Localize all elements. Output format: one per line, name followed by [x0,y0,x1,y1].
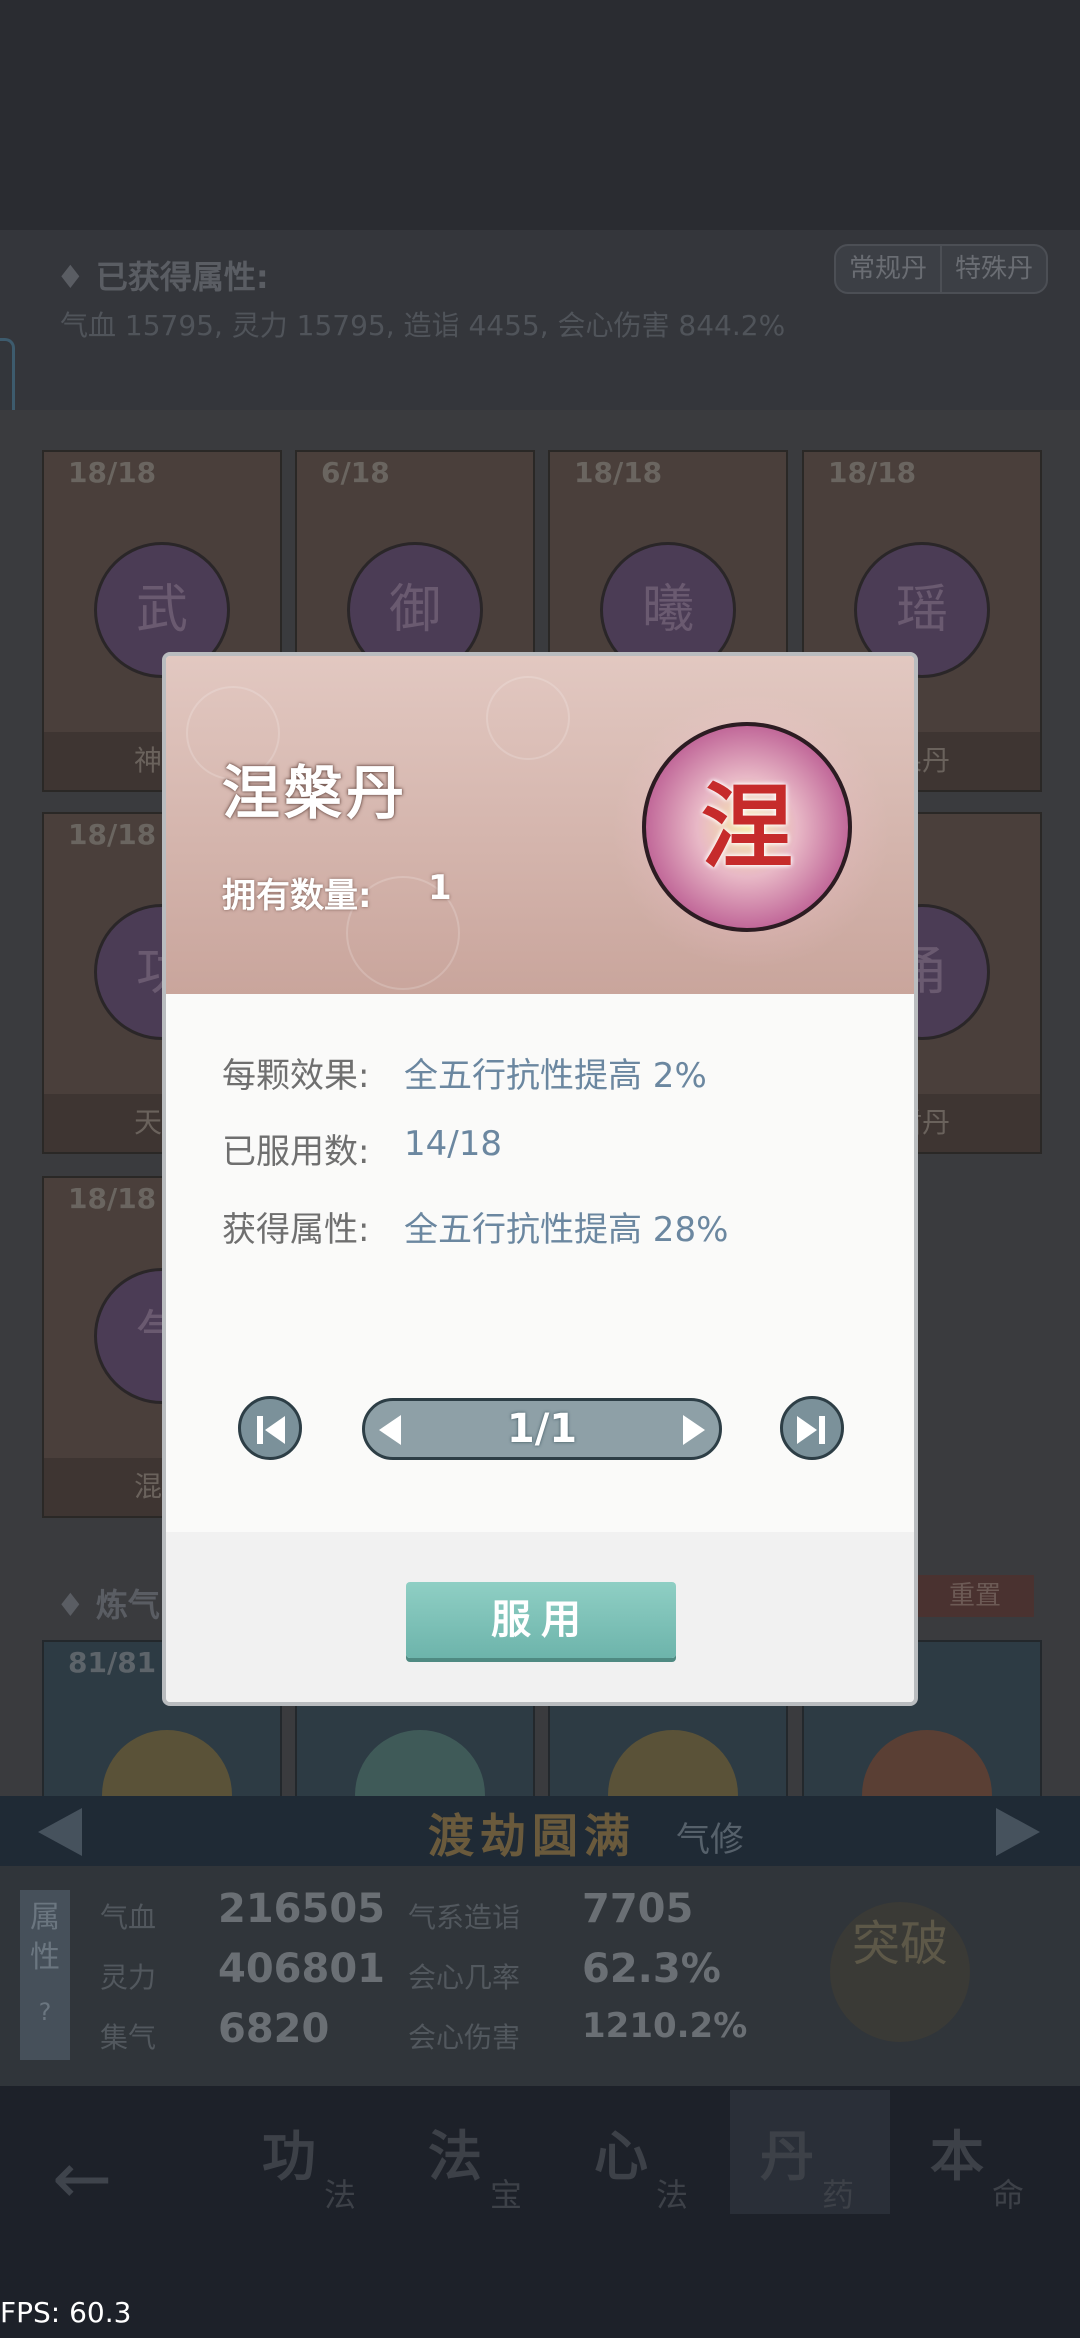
nav-tab-heart[interactable]: 心法 [564,2090,724,2214]
nav-tab-sub: 法 [324,2176,357,2214]
gain-value: 全五行抗性提高 28% [404,1210,729,1250]
owned-label: 拥有数量: [222,876,372,916]
nav-tab-sub: 宝 [490,2176,523,2214]
stat-value-mastery: 7705 [582,1886,694,1932]
nav-tab-main: 本 [930,2125,984,2188]
first-page-icon [265,1416,285,1444]
realm-prev-icon[interactable] [38,1808,82,1856]
first-page-icon [257,1416,263,1444]
pill-count: 18/18 [68,818,157,851]
used-label: 已服用数: [222,1132,370,1172]
dialog-header: 涅 涅槃丹 拥有数量: 1 [166,656,914,994]
back-arrow-icon[interactable]: ← [52,2136,112,2220]
qi-count: 81/81 [68,1646,157,1679]
attributes-title-text: 已获得属性: [95,258,269,296]
owned-value: 1 [428,868,452,908]
nav-tab-main: 丹 [760,2125,814,2188]
stat-label-mastery: 气系造诣 [408,1901,521,1934]
tab-regular-pill[interactable]: 常规丹 [834,244,942,294]
section-qi-title: ♦ 炼气 [56,1586,160,1624]
pill-detail-dialog: 涅 涅槃丹 拥有数量: 1 每颗效果: 全五行抗性提高 2% 已服用数: 14/… [162,652,918,1706]
nav-tab-main: 法 [428,2125,482,2188]
nav-tab-destiny[interactable]: 本命 [900,2090,1060,2214]
fps-counter: FPS: 60.3 [0,2296,132,2329]
realm-next-icon[interactable] [996,1808,1040,1856]
pill-count: 18/18 [68,456,157,489]
realm-name: 渡劫圆满 [428,1809,636,1863]
pill-char-icon: 涅 [700,773,793,881]
stat-label-crit-rate: 会心几率 [408,1961,521,1994]
nav-tab-pills[interactable]: 丹药 [730,2090,890,2214]
nav-tab-main: 心 [594,2125,648,2188]
page-text: 1/1 [506,1406,578,1452]
pill-count: 18/18 [574,456,663,489]
pill-count: 18/18 [828,456,917,489]
effect-value: 全五行抗性提高 2% [404,1056,707,1096]
stats-tag[interactable]: 属性 ? [20,1890,70,2060]
nav-tab-treasures[interactable]: 法宝 [398,2090,558,2214]
breakthrough-label: 突破 [851,1916,948,1972]
swirl-decoration [486,676,570,760]
used-value: 14/18 [404,1124,502,1164]
pill-count: 18/18 [68,1182,157,1215]
use-button-label: 服用 [491,1597,591,1643]
nav-tab-main: 功 [262,2125,316,2188]
section-qi-title-text: 炼气 [95,1586,160,1624]
stat-label-mana: 灵力 [100,1961,157,1994]
nav-tab-skills[interactable]: 功法 [232,2090,392,2214]
stat-value-mana: 406801 [218,1946,385,1992]
page-indicator: 1/1 [362,1398,722,1460]
stat-label-crit-dmg: 会心伤害 [408,2021,521,2054]
stat-value-qi: 6820 [218,2006,330,2052]
effect-label: 每颗效果: [222,1056,370,1096]
reset-button[interactable]: 重置 [916,1575,1034,1617]
stat-label-hp: 气血 [100,1901,157,1934]
next-page-icon[interactable] [683,1415,705,1445]
last-page-icon [819,1416,825,1444]
last-page-icon [797,1416,817,1444]
attributes-title: ♦ 已获得属性: [56,258,269,296]
stat-value-hp: 216505 [218,1886,385,1932]
help-icon: ? [38,1998,52,2026]
nav-tab-sub: 法 [656,2176,689,2214]
use-button[interactable]: 服用 [406,1582,676,1658]
nav-tab-sub: 药 [822,2176,855,2214]
top-area [0,0,1080,230]
stat-value-crit-rate: 62.3% [582,1946,721,1992]
stat-label-qi: 集气 [100,2021,157,2054]
pill-count: 6/18 [321,456,390,489]
realm-sub: 气修 [676,1820,744,1860]
breakthrough-button[interactable]: 突破 [830,1902,970,2042]
stat-value-crit-dmg: 1210.2% [582,2006,748,2046]
gain-label: 获得属性: [222,1210,370,1250]
first-page-button[interactable] [238,1396,302,1460]
dialog-title: 涅槃丹 [222,759,409,827]
stats-tag-text: 属性 [30,1900,60,1975]
nav-tab-sub: 命 [992,2176,1025,2214]
last-page-button[interactable] [780,1396,844,1460]
tab-special-pill[interactable]: 特殊丹 [940,244,1048,294]
attributes-text: 气血 15795, 灵力 15795, 造诣 4455, 会心伤害 844.2% [60,309,786,342]
